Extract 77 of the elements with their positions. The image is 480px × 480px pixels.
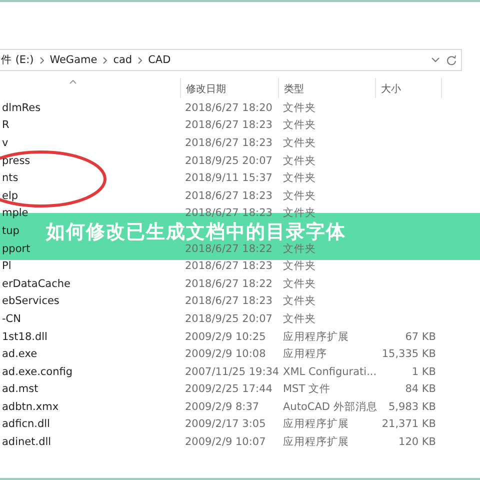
file-name[interactable]: 1st18.dll: [0, 330, 48, 343]
chevron-icon: [103, 56, 108, 64]
date-cell-text: 2018/6/27 18:23: [184, 190, 272, 202]
type-cell-text: 应用程序扩展: [282, 435, 349, 450]
type-cell-text: 文件夹: [282, 100, 316, 115]
date-cell-text: 2009/2/9 10:25: [184, 330, 266, 343]
date-cell-text: 2018/9/25 20:07: [184, 154, 272, 167]
file-name[interactable]: R: [0, 119, 10, 132]
date-cell-text: 2009/2/9 10:08: [184, 348, 266, 360]
type-cell-text: 文件夹: [282, 171, 316, 186]
column-header[interactable]: 修改日期: [180, 78, 278, 98]
size-cell-text: 21,371 KB: [382, 418, 437, 430]
file-name[interactable]: press: [0, 154, 30, 167]
file-name[interactable]: erDataCache: [0, 278, 71, 290]
type-cell-text: XML Configurati...: [282, 366, 377, 378]
date-cell-text: 2009/2/9 10:07: [184, 436, 266, 448]
chevron-icon: [40, 56, 44, 64]
file-name[interactable]: dlmRes: [0, 102, 41, 114]
file-name[interactable]: -CN: [0, 312, 21, 325]
type-cell-text: 文件夹: [282, 276, 316, 291]
type-cell-text: 文件夹: [282, 312, 316, 326]
size-cell-text: 120 KB: [398, 436, 437, 448]
type-cell-text: 文件夹: [282, 294, 316, 308]
date-cell-text: 2018/6/27 18:23: [184, 136, 272, 149]
type-cell-text: 应用程序: [282, 347, 327, 362]
size-cell-text: 5,983 KB: [388, 400, 437, 413]
banner-title: 如何修改已生成文档中的目录字体: [46, 221, 346, 243]
size-cell-text: 84 KB: [405, 383, 437, 396]
type-cell-text: 文件夹: [282, 259, 316, 274]
breadcrumb-item[interactable]: 件 (E:): [1, 53, 34, 67]
file-name[interactable]: tup: [0, 224, 20, 237]
file-name[interactable]: adbtn.xmx: [0, 400, 59, 413]
breadcrumb-item[interactable]: cad: [113, 54, 132, 66]
breadcrumb-item[interactable]: WeGame: [50, 54, 98, 66]
date-cell-text: 2009/2/25 17:44: [184, 383, 272, 396]
file-name[interactable]: ebServices: [0, 295, 60, 308]
date-cell-text: 2018/6/27 18:22: [184, 278, 272, 290]
file-name[interactable]: adficn.dll: [0, 418, 50, 430]
date-cell-text: 2018/6/27 18:22: [184, 242, 272, 255]
size-cell-text: 1 KB: [412, 366, 437, 378]
file-name[interactable]: v: [0, 136, 8, 149]
type-cell-text: 应用程序扩展: [282, 417, 349, 432]
date-cell-text: 2018/9/25 20:07: [184, 312, 272, 325]
chevron-icon: [138, 56, 142, 64]
date-cell-text: 2018/6/27 18:23: [184, 119, 272, 132]
size-cell-text: 15,335 KB: [382, 348, 437, 360]
file-name[interactable]: Pl: [0, 260, 12, 272]
date-cell-text: 2009/2/9 8:37: [184, 400, 260, 413]
file-name[interactable]: ad.exe: [0, 348, 38, 360]
date-cell-text: 2018/6/27 18:20: [184, 102, 272, 114]
address-bar[interactable]: 件 (E:) WeGame cad CAD: [0, 49, 462, 71]
file-name[interactable]: nts: [0, 172, 18, 184]
type-cell-text: 文件夹: [282, 136, 316, 150]
type-cell-text: 文件夹: [282, 242, 316, 256]
dropdown-icon[interactable]: [431, 57, 440, 63]
date-cell-text: 2018/6/27 18:23: [184, 295, 272, 308]
type-cell-text: 文件夹: [282, 118, 316, 132]
type-cell-text: MST 文件: [282, 382, 330, 396]
file-name[interactable]: elp: [0, 190, 18, 202]
date-cell-text: 2009/2/17 3:05: [184, 418, 266, 430]
type-cell-text: 应用程序扩展: [282, 330, 349, 344]
size-cell-text: 67 KB: [405, 330, 437, 343]
column-header[interactable]: 大小: [375, 78, 442, 98]
refresh-icon[interactable]: [446, 54, 457, 66]
date-cell-text: 2007/11/25 19:34: [184, 366, 280, 378]
sort-caret-icon: [69, 79, 77, 84]
date-cell-text: 2018/6/27 18:23: [184, 260, 272, 272]
file-name[interactable]: pport: [0, 242, 30, 255]
type-cell-text: 文件夹: [282, 154, 316, 168]
date-cell-text: 2018/9/11 15:37: [184, 172, 272, 184]
file-name[interactable]: adinet.dll: [0, 436, 52, 448]
file-name[interactable]: ad.mst: [0, 383, 38, 396]
breadcrumb-item[interactable]: CAD: [148, 54, 171, 66]
column-header[interactable]: 类型: [278, 78, 375, 98]
file-name[interactable]: ad.exe.config: [0, 366, 73, 378]
type-cell-text: AutoCAD 外部消息: [282, 400, 378, 414]
type-cell-text: 文件夹: [282, 188, 316, 203]
